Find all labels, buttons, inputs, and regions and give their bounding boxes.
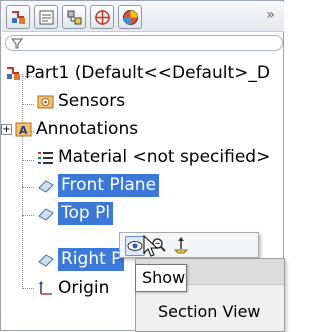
tree-item-front-plane[interactable]: Front Plane	[1, 172, 285, 199]
sensors-icon	[37, 95, 54, 109]
normal-to-icon	[173, 237, 189, 254]
toolbar-overflow-button[interactable]: »	[266, 7, 275, 23]
plane-icon	[38, 254, 54, 267]
tree-root-part[interactable]: Part1 (Default<<Default>_D	[1, 60, 285, 87]
tree-item-label: Top Pl	[58, 202, 114, 225]
tree-item-label: Origin	[58, 278, 110, 298]
dimxpertmanager-tab[interactable]	[90, 5, 114, 29]
tree-item-label: Annotations	[36, 119, 139, 139]
tree-item-label: Right P	[58, 248, 125, 271]
featuremanager-tree-icon	[12, 11, 25, 24]
manager-toolbar: »	[2, 2, 284, 32]
filter-icon	[11, 38, 23, 49]
plane-icon	[38, 180, 54, 193]
propertymanager-icon	[39, 10, 54, 25]
configurationmanager-tab[interactable]	[62, 5, 86, 29]
tree-item-label: Front Plane	[58, 174, 160, 197]
tree-root-label: Part1 (Default<<Default>_D	[25, 63, 270, 83]
tree-item-material[interactable]: Material <not specified>	[1, 144, 285, 171]
featuremanager-tab[interactable]	[6, 5, 30, 29]
feature-manager-panel: » Part1 (Default<<Default>_D Sensors + A…	[0, 0, 285, 332]
tree-item-top-plane[interactable]: Top Pl	[1, 200, 285, 227]
origin-icon	[39, 281, 52, 295]
material-icon	[38, 152, 53, 164]
tree-item-label: Sensors	[58, 91, 126, 111]
displaymanager-tab[interactable]	[118, 5, 142, 29]
display-manager-icon	[123, 10, 138, 25]
tree-item-annotations[interactable]: + A Annotations	[1, 116, 285, 143]
svg-text:A: A	[19, 124, 28, 137]
part-icon	[7, 67, 20, 80]
annotations-icon: A	[15, 122, 32, 137]
show-icon	[127, 241, 143, 251]
expand-icon[interactable]: +	[1, 124, 12, 135]
menu-item-section-view[interactable]: Section View	[158, 302, 261, 321]
tooltip: Show	[135, 264, 187, 292]
context-toolbar	[119, 232, 259, 258]
configurationmanager-icon	[67, 10, 82, 25]
plane-icon	[38, 208, 54, 221]
tree-item-label: Material <not specified>	[58, 147, 271, 167]
show-button[interactable]	[125, 236, 145, 256]
mouse-cursor-icon	[143, 235, 159, 257]
filter-field[interactable]	[5, 35, 283, 51]
propertymanager-tab[interactable]	[34, 5, 58, 29]
tree-item-sensors[interactable]: Sensors	[1, 88, 285, 115]
normal-to-button[interactable]	[172, 236, 192, 256]
dimxpertmanager-icon	[95, 10, 110, 25]
